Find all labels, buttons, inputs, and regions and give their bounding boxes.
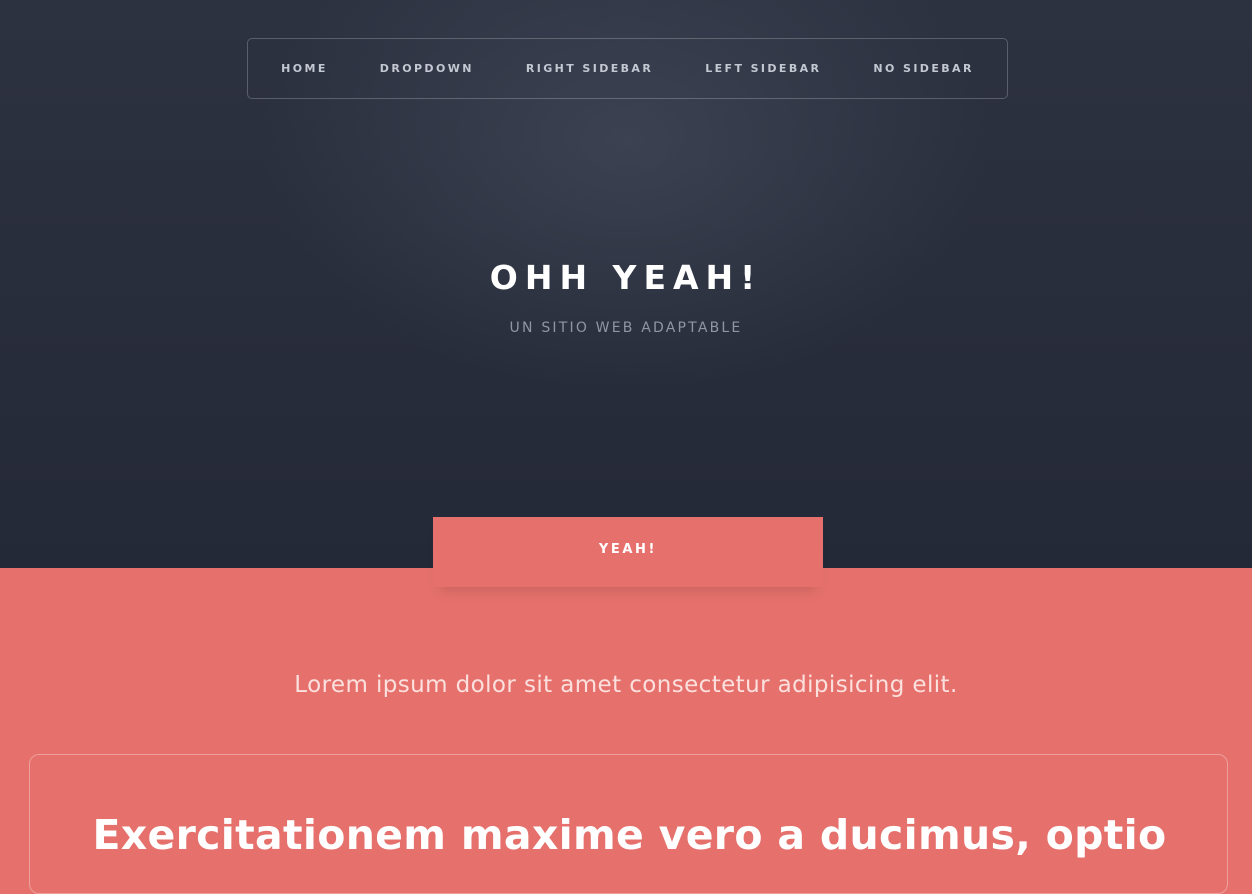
card-title: Exercitationem maxime vero a ducimus, op… — [92, 811, 1167, 859]
nav-item-home[interactable]: HOME — [255, 62, 354, 75]
yeah-button[interactable]: YEAH! — [433, 517, 823, 587]
main-navigation: HOME DROPDOWN RIGHT SIDEBAR LEFT SIDEBAR… — [247, 38, 1008, 99]
hero-section: HOME DROPDOWN RIGHT SIDEBAR LEFT SIDEBAR… — [0, 0, 1252, 568]
nav-item-dropdown[interactable]: DROPDOWN — [354, 62, 500, 75]
nav-item-right-sidebar[interactable]: RIGHT SIDEBAR — [500, 62, 679, 75]
content-card: Exercitationem maxime vero a ducimus, op… — [29, 754, 1228, 894]
hero-subtitle: UN SITIO WEB ADAPTABLE — [509, 320, 743, 336]
hero-title: OHH YEAH! — [489, 258, 763, 297]
nav-item-no-sidebar[interactable]: NO SIDEBAR — [847, 62, 999, 75]
lead-text: Lorem ipsum dolor sit amet consectetur a… — [294, 672, 958, 698]
nav-item-left-sidebar[interactable]: LEFT SIDEBAR — [679, 62, 847, 75]
